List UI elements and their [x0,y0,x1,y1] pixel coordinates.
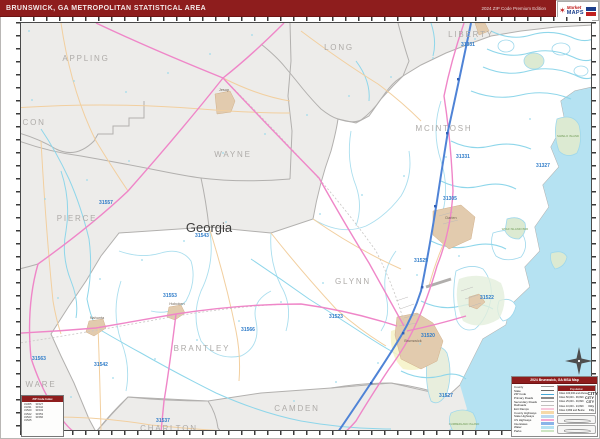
zip-code-label: 31557 [99,200,113,206]
population-row: Cities 9,999 and Below City [559,409,594,413]
county-label: BACON [21,118,46,127]
county-label: WAYNE [214,150,251,159]
zip-code-label: 31542 [94,362,108,368]
legend-swatch [541,401,554,403]
zip-index-entry: 31566 [35,415,43,419]
zip-code-label: 31522 [480,295,494,301]
zip-code-label: 31566 [241,327,255,333]
town-label: Darien [445,216,456,220]
legend-swatch [541,415,554,418]
grid-ruler-right [592,22,596,431]
county-label: GLYNN [335,277,371,286]
county-label: APPLING [62,54,109,63]
county-label: MCINTOSH [416,124,473,133]
zip-code-label: 31525 [414,258,428,264]
town-label: Hoboken [169,302,184,306]
zip-code-label: 31305 [443,196,457,202]
zip-code-label: 31553 [163,293,177,299]
island-label: SAPELO ISLAND [557,134,579,138]
county-label: LIBERTY [448,30,494,39]
legend-symbol-list: County State ZIP Code Primary Roads Secondar… [512,384,556,435]
legend-swatch [541,386,554,388]
legend-swatch [541,404,554,406]
county-label: WARE [26,380,57,389]
legend-population-box: Population Cities 100,000 and Above CITY C… [557,385,598,414]
map-screenshot: { "title_bar": { "title": "BRUNSWICK, GA… [0,0,600,439]
zip-code-label: 31563 [32,356,46,362]
legend-swatch [541,407,554,411]
legend-swatch [541,393,554,395]
county-label: LONG [324,43,354,52]
zip-code-label: 31543 [195,233,209,239]
legend-row: Parks [514,429,554,433]
logo-wordmark: Market MAPS [566,5,584,16]
legend-swatch [541,429,554,433]
zip-index-column: 31527 31542 31543 31553 31566 [35,403,42,422]
map-canvas: APPLING BACON PIERCE WAYNE LONG LIBERTY MCINTO… [20,22,592,431]
town-label: Jesup [219,88,229,92]
logo-badges [585,6,596,16]
grid-ruler-top [20,17,592,21]
grid-ruler-left [16,22,20,431]
legend-swatch [541,397,554,399]
legend-swatch [541,411,554,414]
edition-label: 2024 ZIP Code Premium Edition [481,5,546,11]
zip-code-label: 31527 [439,393,453,399]
county-label: PIERCE [57,214,98,223]
grid-ruler-bottom [20,431,592,435]
island-label: CUMBERLAND ISLAND [449,422,479,426]
page-title: BRUNSWICK, GA METROPOLITAN STATISTICAL A… [6,4,207,12]
legend-swatch [541,422,554,426]
title-bar: BRUNSWICK, GA METROPOLITAN STATISTICAL A… [0,0,556,17]
town-label: Nahunta [90,316,105,320]
state-label: Georgia [186,220,233,235]
legend-header: 2024 Brunswick, GA MSA Map [512,377,597,384]
zip-code-label: 31520 [421,333,435,339]
map-legend: 2024 Brunswick, GA MSA Map County State ZI… [511,376,598,437]
county-label: CHARLTON [140,424,198,431]
legend-swatch [541,389,554,392]
zip-code-index-box: ZIP Code Index 31305 31331 31520 31522 31523… [21,395,64,437]
zip-index-entry: 31525 [24,419,32,423]
zip-code-label: 31327 [536,163,550,169]
county-label: BRANTLEY [174,344,231,353]
zip-code-label: 31523 [329,314,343,320]
legend-swatch [541,418,554,422]
zip-code-label: 31331 [461,42,475,48]
inset-map-thumbnail [557,415,596,425]
legend-inset-maps [557,415,596,435]
zip-code-label: 31537 [156,418,170,424]
zip-index-column: 31305 31331 31520 31522 31523 31525 [24,403,31,422]
island-label: WOLF ISLAND NWR [502,227,528,231]
inset-map-thumbnail [557,425,596,435]
zip-code-label: 31331 [456,154,470,160]
logo-star-icon: ✶ [559,6,566,15]
county-label: CAMDEN [274,404,319,413]
town-label: Brunswick [404,339,421,343]
legend-swatch [541,426,554,429]
